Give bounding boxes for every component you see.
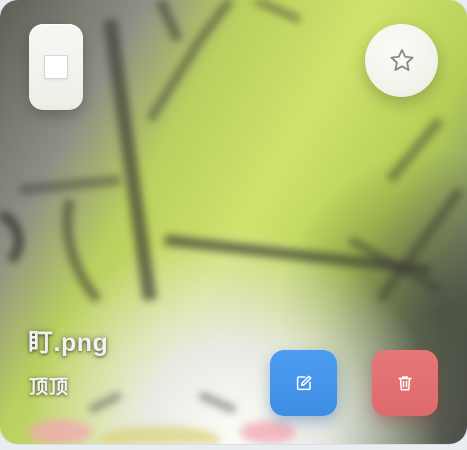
checkbox-icon[interactable] bbox=[44, 55, 68, 79]
file-name: 盯.png bbox=[28, 329, 109, 357]
trash-icon bbox=[398, 376, 412, 391]
select-toggle-button[interactable] bbox=[29, 24, 83, 110]
file-description: 顶顶 bbox=[29, 377, 70, 398]
delete-button[interactable] bbox=[372, 350, 438, 416]
star-icon bbox=[389, 48, 414, 71]
favorite-button[interactable] bbox=[365, 24, 438, 97]
image-card[interactable]: 盯.png 顶顶 bbox=[0, 0, 467, 444]
edit-icon bbox=[296, 375, 311, 391]
edit-button[interactable] bbox=[270, 350, 337, 416]
